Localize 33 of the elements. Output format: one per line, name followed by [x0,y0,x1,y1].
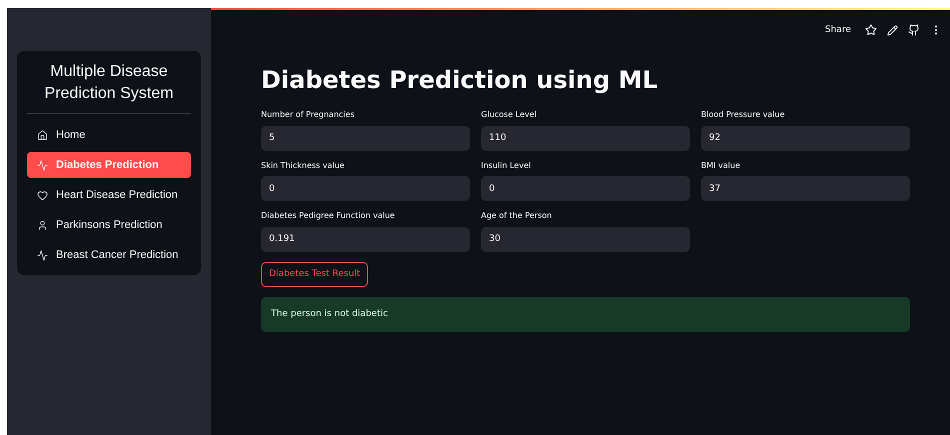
home-icon [37,130,48,140]
pencil-icon[interactable] [887,24,898,36]
page-title: Diabetes Prediction using ML [261,66,659,94]
pulse-icon [37,160,48,170]
field-label: Glucose Level [481,110,538,119]
menu-item[interactable]: Parkinsons Prediction [27,212,191,238]
input-field[interactable]: 5 [261,126,470,150]
input-field[interactable]: 0.191 [261,226,470,252]
field-label: Diabetes Pedigree Function value [261,211,396,220]
input-field[interactable]: 92 [701,126,910,150]
menu-item[interactable]: Breast Cancer Prediction [27,242,191,268]
heart-icon [37,190,48,200]
input-field[interactable]: 0 [261,176,470,201]
star-icon[interactable] [865,24,877,36]
field-label: Number of Pregnancies [261,110,356,119]
menu-item[interactable]: Home [27,122,191,148]
menu-item[interactable]: Heart Disease Prediction [27,182,191,208]
success-message: The person is not diabetic [261,296,910,332]
field-label: Insulin Level [481,160,532,170]
result-button[interactable]: Diabetes Test Result [261,262,368,286]
field-label: Skin Thickness value [261,160,346,170]
pulse-icon [37,250,48,260]
field-label: Age of the Person [481,211,553,220]
input-field[interactable]: 0 [481,176,690,201]
field-label: Blood Pressure value [701,110,786,119]
input-field[interactable]: 30 [481,226,690,252]
share-link[interactable]: Share [825,25,851,35]
input-field[interactable]: 37 [701,176,910,201]
github-icon[interactable] [908,24,920,36]
person-icon [37,220,48,230]
input-field[interactable]: 110 [481,126,690,150]
field-label: BMI value [701,160,742,170]
menu-title: Multiple Disease Prediction System [27,61,191,114]
